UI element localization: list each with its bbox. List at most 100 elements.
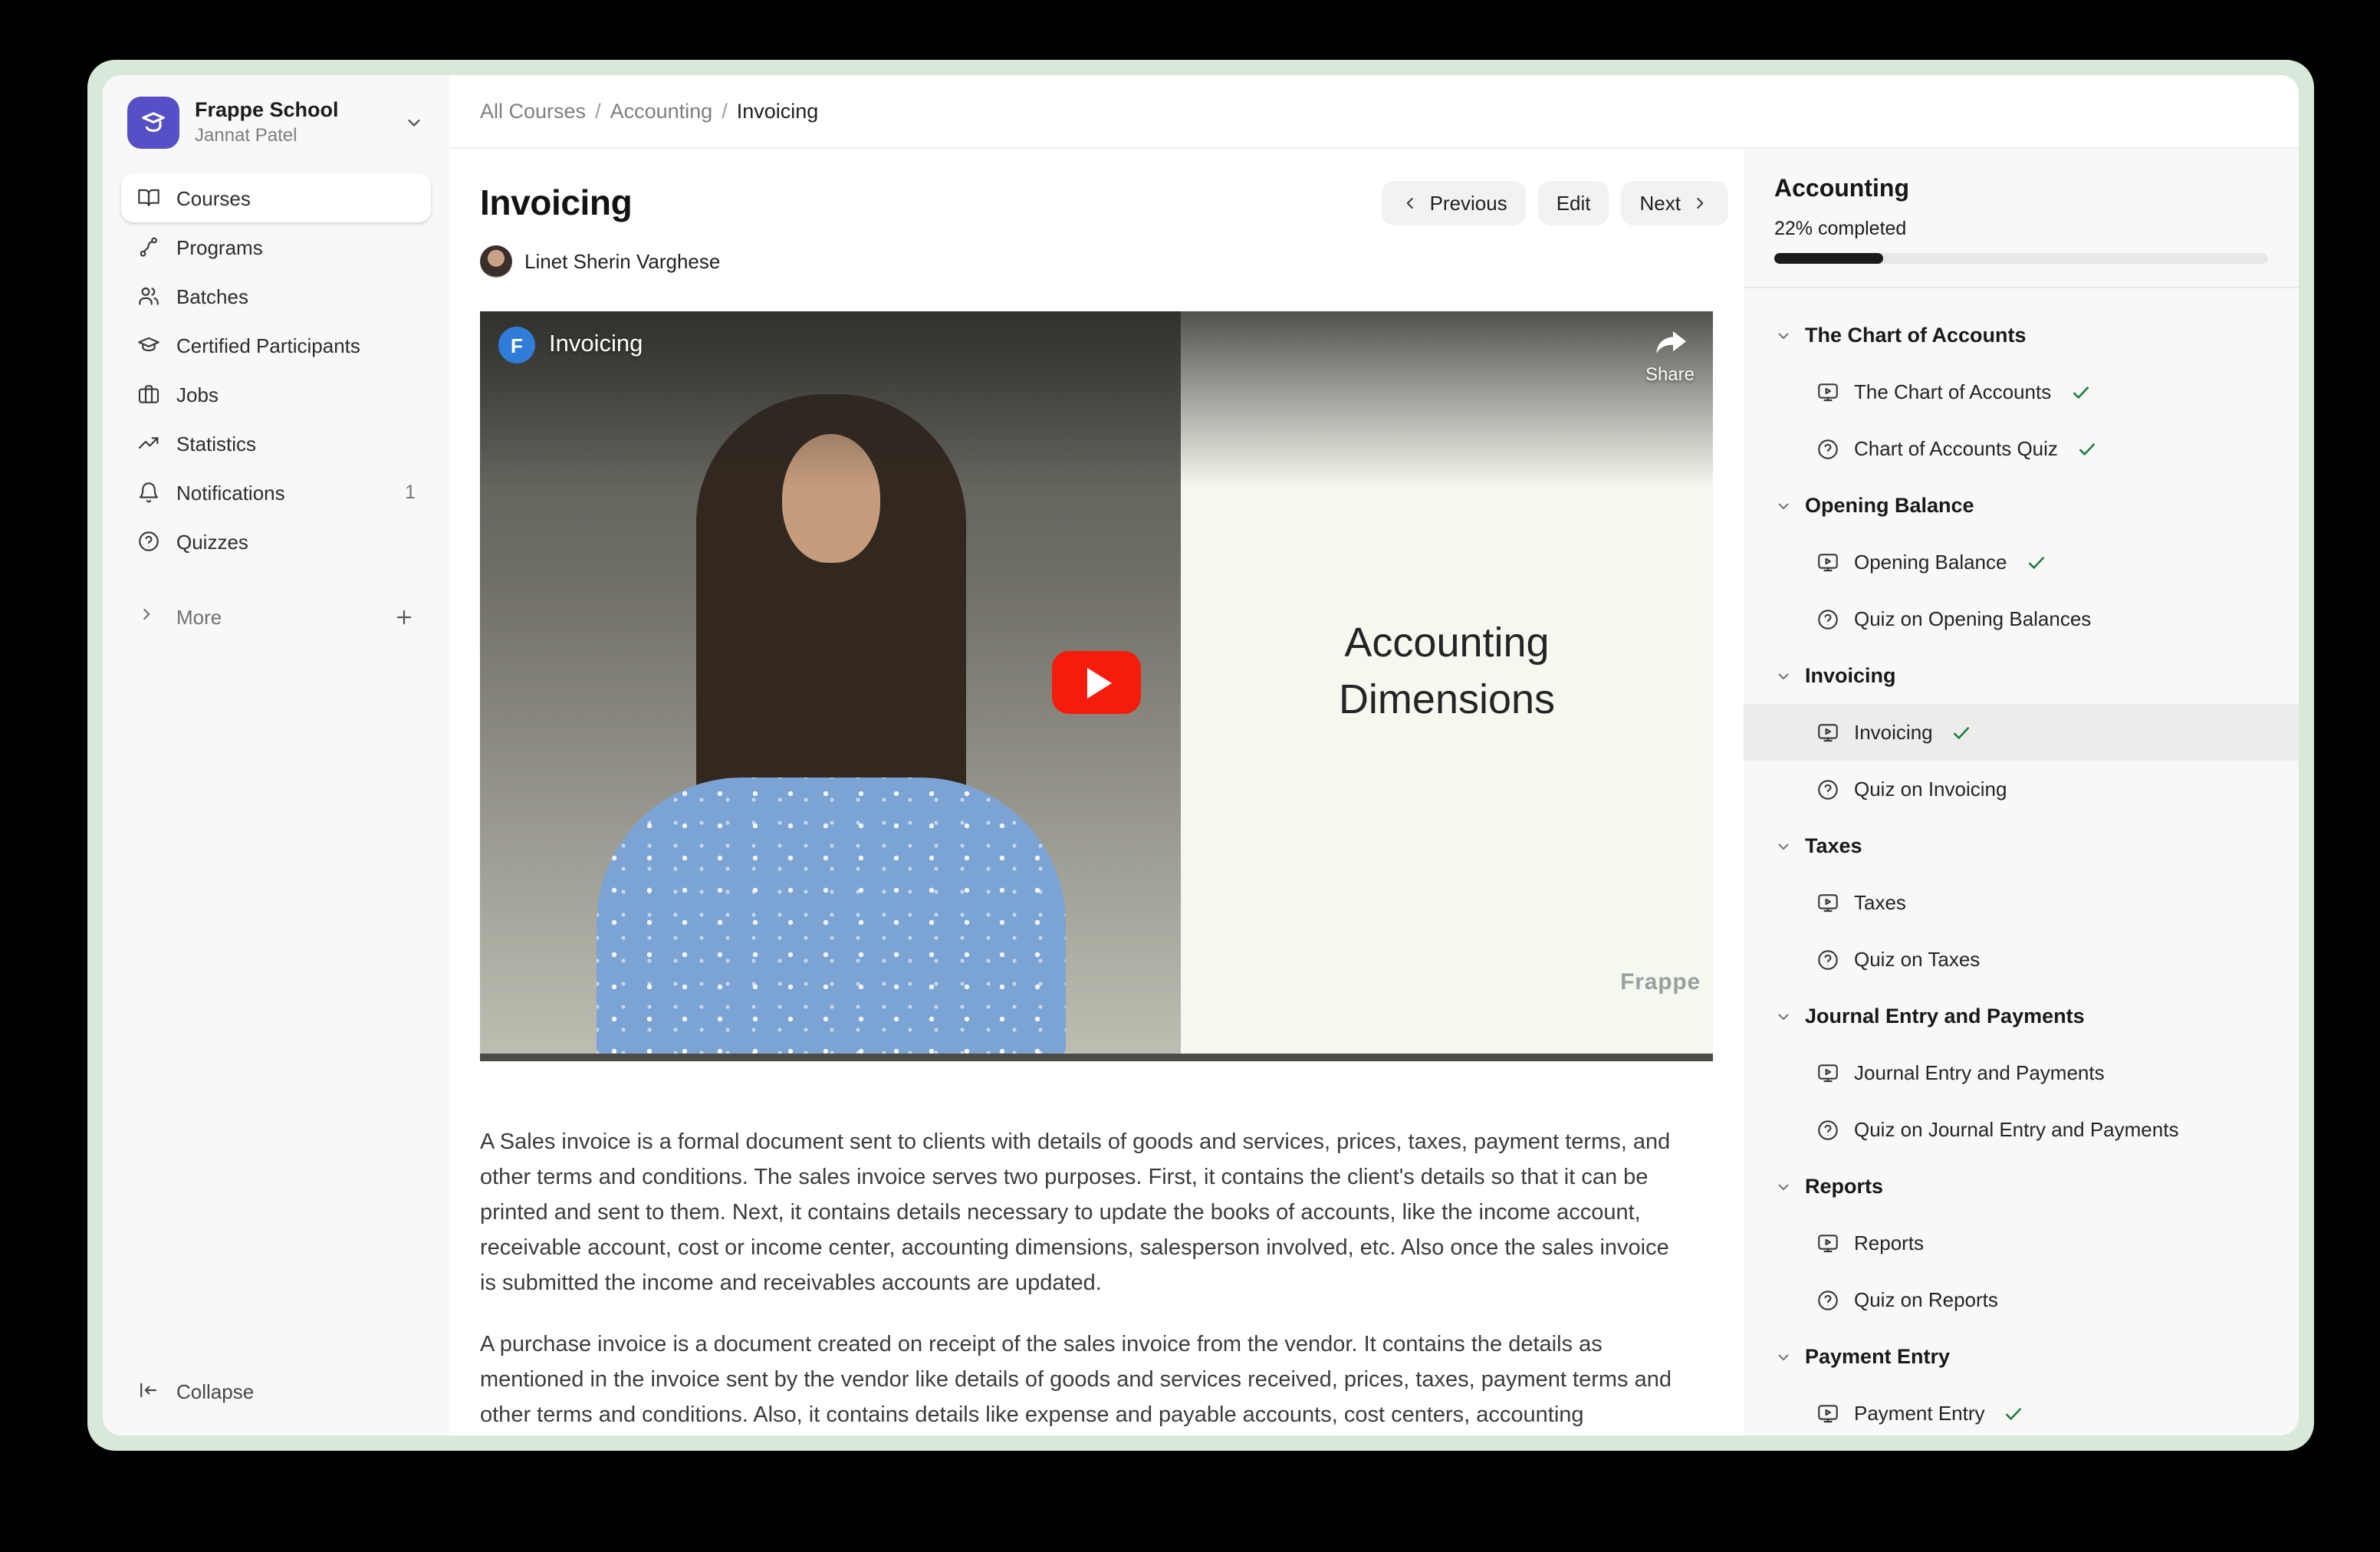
school-switcher[interactable]: Frappe School Jannat Patel xyxy=(121,97,431,149)
quiz-icon xyxy=(1816,777,1840,801)
sidebar-item-more[interactable]: More xyxy=(121,594,431,640)
completed-check-icon xyxy=(1951,722,1973,743)
outline-quiz-quiz-on-invoicing[interactable]: Quiz on Invoicing xyxy=(1744,761,2299,817)
school-name: Frappe School xyxy=(195,98,339,124)
sidebar-item-notifications[interactable]: Notifications 1 xyxy=(121,468,431,517)
screen: Frappe School Jannat Patel Courses Progra… xyxy=(0,0,2380,1552)
chevron-down-icon xyxy=(1774,1007,1793,1025)
sidebar-item-label: Courses xyxy=(176,186,251,209)
video-title-link[interactable]: F Invoicing xyxy=(498,327,643,363)
outline-section-opening-balance[interactable]: Opening Balance xyxy=(1744,477,2299,534)
outline-item-label: Quiz on Journal Entry and Payments xyxy=(1854,1118,2178,1141)
channel-avatar[interactable]: F xyxy=(498,327,535,363)
sidebar-item-quizzes[interactable]: Quizzes xyxy=(121,517,431,566)
progress-bar-fill xyxy=(1774,253,1883,264)
outline-quiz-quiz-on-taxes[interactable]: Quiz on Taxes xyxy=(1744,931,2299,988)
breadcrumb-all-courses[interactable]: All Courses xyxy=(480,100,586,123)
outline-section-title: Reports xyxy=(1805,1175,1883,1198)
outline-lesson-invoicing[interactable]: Invoicing xyxy=(1744,704,2299,761)
lesson-content: Invoicing Previous Edit Nex xyxy=(449,149,1744,1435)
app-window-frame: Frappe School Jannat Patel Courses Progra… xyxy=(87,60,2314,1451)
lesson-video-icon xyxy=(1816,720,1840,745)
sidebar-item-label: Statistics xyxy=(176,432,256,455)
outline-section-title: Taxes xyxy=(1805,834,1862,857)
outline-section-title: Opening Balance xyxy=(1805,494,1974,517)
sidebar-item-jobs[interactable]: Jobs xyxy=(121,370,431,419)
sidebar-item-batches[interactable]: Batches xyxy=(121,271,431,321)
outline-item-label: Payment Entry xyxy=(1854,1402,1985,1425)
outline-section-title: The Chart of Accounts xyxy=(1805,324,2027,347)
frappe-school-logo xyxy=(127,97,179,149)
chevron-down-icon xyxy=(1774,1177,1793,1195)
author-avatar xyxy=(480,245,512,278)
completed-check-icon xyxy=(2026,551,2047,573)
outline-section-invoicing[interactable]: Invoicing xyxy=(1744,647,2299,704)
outline-quiz-quiz-on-reports[interactable]: Quiz on Reports xyxy=(1744,1271,2299,1328)
outline-quiz-quiz-on-opening-balances[interactable]: Quiz on Opening Balances xyxy=(1744,590,2299,647)
paragraph: A purchase invoice is a document created… xyxy=(480,1328,1676,1435)
play-button[interactable] xyxy=(1052,651,1141,714)
trending-up-icon xyxy=(136,431,161,455)
outline-quiz-quiz-on-journal-entry-and-payments[interactable]: Quiz on Journal Entry and Payments xyxy=(1744,1101,2299,1158)
notification-count-badge: 1 xyxy=(405,482,416,503)
chevron-down-icon[interactable] xyxy=(403,112,425,133)
collapse-sidebar-button[interactable]: Collapse xyxy=(121,1368,431,1414)
outline-lesson-reports[interactable]: Reports xyxy=(1744,1215,2299,1271)
video-player[interactable]: Accounting Dimensions Frappe F Invoicing xyxy=(480,311,1713,1061)
lesson-video-icon xyxy=(1816,1231,1840,1255)
previous-button[interactable]: Previous xyxy=(1382,181,1526,225)
outline-item-label: Chart of Accounts Quiz xyxy=(1854,437,2058,460)
course-outline: The Chart of Accounts The Chart of Accoun… xyxy=(1744,307,2299,1435)
share-button[interactable]: Share xyxy=(1645,330,1695,385)
sidebar-item-label: Batches xyxy=(176,284,248,307)
completed-check-icon xyxy=(2004,1402,2025,1424)
outline-item-label: Quiz on Reports xyxy=(1854,1288,1998,1311)
outline-lesson-opening-balance[interactable]: Opening Balance xyxy=(1744,534,2299,590)
outline-section-reports[interactable]: Reports xyxy=(1744,1158,2299,1215)
sidebar-item-statistics[interactable]: Statistics xyxy=(121,419,431,468)
sidebar-item-programs[interactable]: Programs xyxy=(121,222,431,271)
outline-lesson-payment-entry[interactable]: Payment Entry xyxy=(1744,1385,2299,1435)
completed-check-icon xyxy=(2076,438,2098,459)
sidebar-item-label: Notifications xyxy=(176,481,285,504)
quiz-icon xyxy=(1816,947,1840,972)
school-user: Jannat Patel xyxy=(195,124,339,147)
briefcase-icon xyxy=(136,382,161,406)
outline-lesson-taxes[interactable]: Taxes xyxy=(1744,874,2299,931)
sidebar: Frappe School Jannat Patel Courses Progra… xyxy=(103,75,449,1435)
quiz-icon xyxy=(1816,607,1840,631)
more-label: More xyxy=(176,605,222,628)
collapse-icon xyxy=(136,1379,161,1403)
outline-section-payment-entry[interactable]: Payment Entry xyxy=(1744,1328,2299,1385)
progress-label: 22% completed xyxy=(1774,218,2268,239)
breadcrumb-separator: / xyxy=(595,100,601,123)
outline-quiz-chart-of-accounts-quiz[interactable]: Chart of Accounts Quiz xyxy=(1744,420,2299,477)
quiz-icon xyxy=(1816,436,1840,461)
outline-section-the-chart-of-accounts[interactable]: The Chart of Accounts xyxy=(1744,307,2299,363)
outline-lesson-journal-entry-and-payments[interactable]: Journal Entry and Payments xyxy=(1744,1044,2299,1101)
lesson-video-icon xyxy=(1816,1060,1840,1085)
page-title: Invoicing xyxy=(480,182,632,224)
quiz-icon xyxy=(1816,1287,1840,1312)
outline-item-label: The Chart of Accounts xyxy=(1854,380,2051,403)
quiz-icon xyxy=(1816,1117,1840,1142)
outline-item-label: Reports xyxy=(1854,1231,1924,1254)
outline-section-journal-entry-and-payments[interactable]: Journal Entry and Payments xyxy=(1744,988,2299,1044)
outline-item-label: Quiz on Opening Balances xyxy=(1854,607,2091,630)
sidebar-item-certified-participants[interactable]: Certified Participants xyxy=(121,321,431,370)
lesson-video-icon xyxy=(1816,380,1840,404)
frappe-school-app: Frappe School Jannat Patel Courses Progra… xyxy=(103,75,2299,1435)
next-button[interactable]: Next xyxy=(1622,181,1728,225)
chevron-down-icon xyxy=(1774,496,1793,515)
outline-lesson-the-chart-of-accounts[interactable]: The Chart of Accounts xyxy=(1744,363,2299,420)
sidebar-item-courses[interactable]: Courses xyxy=(121,173,431,222)
completed-check-icon xyxy=(2069,381,2091,403)
chevron-down-icon xyxy=(1774,837,1793,855)
add-icon[interactable] xyxy=(393,605,416,628)
chevron-down-icon xyxy=(1774,326,1793,344)
breadcrumb-accounting[interactable]: Accounting xyxy=(610,100,713,123)
outline-section-taxes[interactable]: Taxes xyxy=(1744,817,2299,874)
sidebar-item-label: Certified Participants xyxy=(176,334,360,357)
main-area: All Courses / Accounting / Invoicing Inv… xyxy=(449,75,2299,1435)
edit-button[interactable]: Edit xyxy=(1538,181,1609,225)
